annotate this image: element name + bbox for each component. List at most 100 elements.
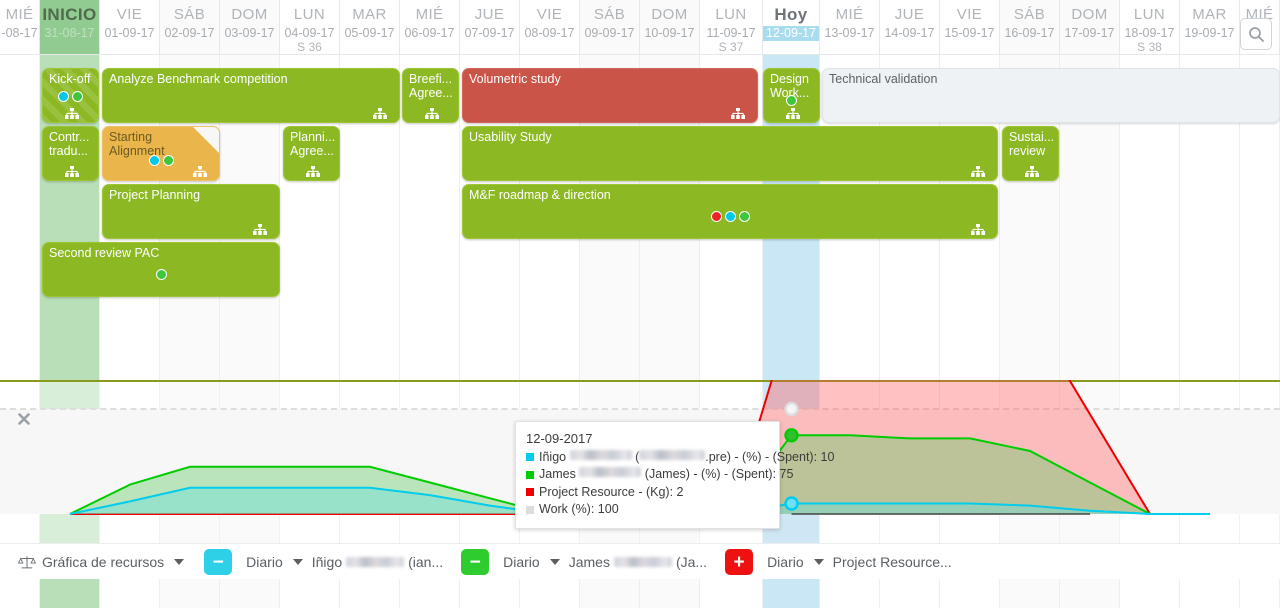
close-chart-button[interactable] xyxy=(16,411,32,427)
date-column-header[interactable]: Hoy 12-09-17 xyxy=(763,0,820,55)
chart-data-point[interactable] xyxy=(784,496,799,511)
hierarchy-badge[interactable] xyxy=(971,164,985,177)
date-column-date: 09-09-17 xyxy=(584,26,635,40)
date-column-header[interactable]: DOM 03-09-17 xyxy=(220,0,280,55)
date-column-dayname: JUE xyxy=(474,6,505,23)
resource-toggle-project-resource[interactable]: + xyxy=(725,549,754,575)
date-column-header[interactable]: INICIO 31-08-17 xyxy=(40,0,100,55)
date-column-header[interactable]: MAR 05-09-17 xyxy=(340,0,400,55)
status-dot[interactable] xyxy=(148,155,160,166)
gantt-task-bar[interactable]: Starting Alignment xyxy=(102,126,220,181)
timeline-header: MIÉ -08-17 INICIO 31-08-17 VIE 01-09-17 SÁB 02-… xyxy=(0,0,1280,55)
hierarchy-icon xyxy=(253,224,267,235)
gantt-task-bar[interactable]: Technical validation xyxy=(822,68,1280,123)
hierarchy-badge[interactable] xyxy=(731,106,745,119)
search-button[interactable] xyxy=(1240,18,1272,50)
hierarchy-badge[interactable] xyxy=(305,164,320,177)
resource-toggle-inigo[interactable]: − xyxy=(204,549,233,575)
status-dot[interactable] xyxy=(710,211,722,222)
resource-toggle-james[interactable]: − xyxy=(461,549,490,575)
gantt-task-bar[interactable]: Second review PAC xyxy=(42,242,280,297)
hierarchy-badge[interactable] xyxy=(1024,164,1039,177)
chart-type-menu[interactable]: Gráfica de recursos xyxy=(18,554,186,570)
date-column-header[interactable]: MIÉ 06-09-17 xyxy=(400,0,460,55)
date-column-header[interactable]: JUE 14-09-17 xyxy=(880,0,940,55)
date-column-header[interactable]: VIE 08-09-17 xyxy=(520,0,580,55)
date-column-dayname: VIE xyxy=(116,6,143,23)
date-column-dayname: SÁB xyxy=(593,6,626,23)
gantt-task-bar[interactable]: Analyze Benchmark competition xyxy=(102,68,400,123)
date-column-header[interactable]: MIÉ -08-17 xyxy=(0,0,40,55)
tooltip-row: Project Resource - (Kg): 2 xyxy=(526,484,769,502)
hierarchy-badge[interactable] xyxy=(971,222,985,235)
hierarchy-icon xyxy=(373,108,387,119)
chart-data-point[interactable] xyxy=(784,401,799,417)
date-column-date: -08-17 xyxy=(1,26,38,40)
footer-day-column xyxy=(640,579,700,608)
gantt-task-bar[interactable]: Usability Study xyxy=(462,126,998,181)
resource-name-james: Jamesxxxxxx(Ja... xyxy=(568,554,708,570)
gantt-day-column[interactable] xyxy=(0,55,40,380)
gantt-task-bar[interactable]: Contr... tradu... xyxy=(42,126,99,181)
status-dot[interactable] xyxy=(155,269,167,280)
gantt-task-label: Usability Study xyxy=(469,130,552,144)
date-column-dayname: INICIO xyxy=(42,5,97,24)
hierarchy-badge[interactable] xyxy=(193,164,207,177)
tooltip-rows: Iñigo xxxxxxx (xxxxxxx.pre) - (%) - (Spe… xyxy=(526,449,834,519)
date-column-dayname: MAR xyxy=(1192,6,1227,23)
resource-legend-project-resource: + Diario Project Resource... xyxy=(725,549,952,575)
date-column-header[interactable]: LUN 04-09-17 S 36 xyxy=(280,0,340,55)
status-dot[interactable] xyxy=(724,211,736,222)
date-column-header[interactable]: VIE 15-09-17 xyxy=(940,0,1000,55)
gantt-task-bar[interactable]: Project Planning xyxy=(102,184,280,239)
gantt-task-bar[interactable]: Volumetric study xyxy=(462,68,758,123)
date-column-header[interactable]: SÁB 02-09-17 xyxy=(160,0,220,55)
hierarchy-badge[interactable] xyxy=(424,106,439,119)
hierarchy-badge[interactable] xyxy=(373,106,387,119)
status-dot[interactable] xyxy=(786,95,797,106)
date-column-date: 13-09-17 xyxy=(824,26,875,40)
chevron-down-icon[interactable] xyxy=(549,559,560,565)
period-label-james[interactable]: Diario xyxy=(503,554,540,570)
date-column-date: 11-09-17 xyxy=(706,26,756,40)
gantt-task-bar[interactable]: Breefi... Agree... xyxy=(402,68,459,123)
status-dots xyxy=(43,91,98,102)
date-column-header[interactable]: LUN 18-09-17 S 38 xyxy=(1120,0,1180,55)
status-dot[interactable] xyxy=(58,91,69,102)
gantt-task-bar[interactable]: Planni... Agree... xyxy=(283,126,340,181)
date-column-header[interactable]: VIE 01-09-17 xyxy=(100,0,160,55)
date-column-header[interactable]: MAR 19-09-17 xyxy=(1180,0,1240,55)
gantt-task-bar[interactable]: Design Work... xyxy=(763,68,820,123)
date-column-date: 17-09-17 xyxy=(1064,26,1115,40)
hierarchy-badge[interactable] xyxy=(253,222,267,235)
date-column-header[interactable]: JUE 07-09-17 xyxy=(460,0,520,55)
gantt-task-bar[interactable]: Sustai... review xyxy=(1002,126,1059,181)
tooltip-text: Work (%): 100 xyxy=(539,502,619,516)
date-column-header[interactable]: MIÉ 13-09-17 xyxy=(820,0,880,55)
hierarchy-icon xyxy=(64,108,79,119)
date-column-dayname: VIE xyxy=(536,6,563,23)
status-dot[interactable] xyxy=(738,211,750,222)
date-column-header[interactable]: DOM 17-09-17 xyxy=(1060,0,1120,55)
date-column-header[interactable]: DOM 10-09-17 xyxy=(640,0,700,55)
chevron-down-icon[interactable] xyxy=(292,559,303,565)
date-column-header[interactable]: SÁB 09-09-17 xyxy=(580,0,640,55)
gantt-task-bar[interactable]: Kick-off xyxy=(42,68,99,123)
status-dot[interactable] xyxy=(72,91,83,102)
chart-data-point[interactable] xyxy=(784,428,799,443)
period-label-project-resource[interactable]: Diario xyxy=(767,554,804,570)
hierarchy-badge[interactable] xyxy=(64,164,79,177)
minus-icon: − xyxy=(212,551,224,573)
hierarchy-badge[interactable] xyxy=(785,106,800,119)
gantt-task-label: Volumetric study xyxy=(469,72,561,86)
date-column-dayname: Hoy xyxy=(774,5,808,24)
footer-day-column xyxy=(400,579,460,608)
date-column-header[interactable]: LUN 11-09-17 S 37 xyxy=(700,0,763,55)
hierarchy-badge[interactable] xyxy=(64,106,79,119)
minus-icon: − xyxy=(469,551,481,573)
gantt-task-bar[interactable]: M&F roadmap & direction xyxy=(462,184,998,239)
status-dot[interactable] xyxy=(162,155,174,166)
period-label-inigo[interactable]: Diario xyxy=(246,554,283,570)
chevron-down-icon[interactable] xyxy=(813,559,824,565)
date-column-header[interactable]: SÁB 16-09-17 xyxy=(1000,0,1060,55)
